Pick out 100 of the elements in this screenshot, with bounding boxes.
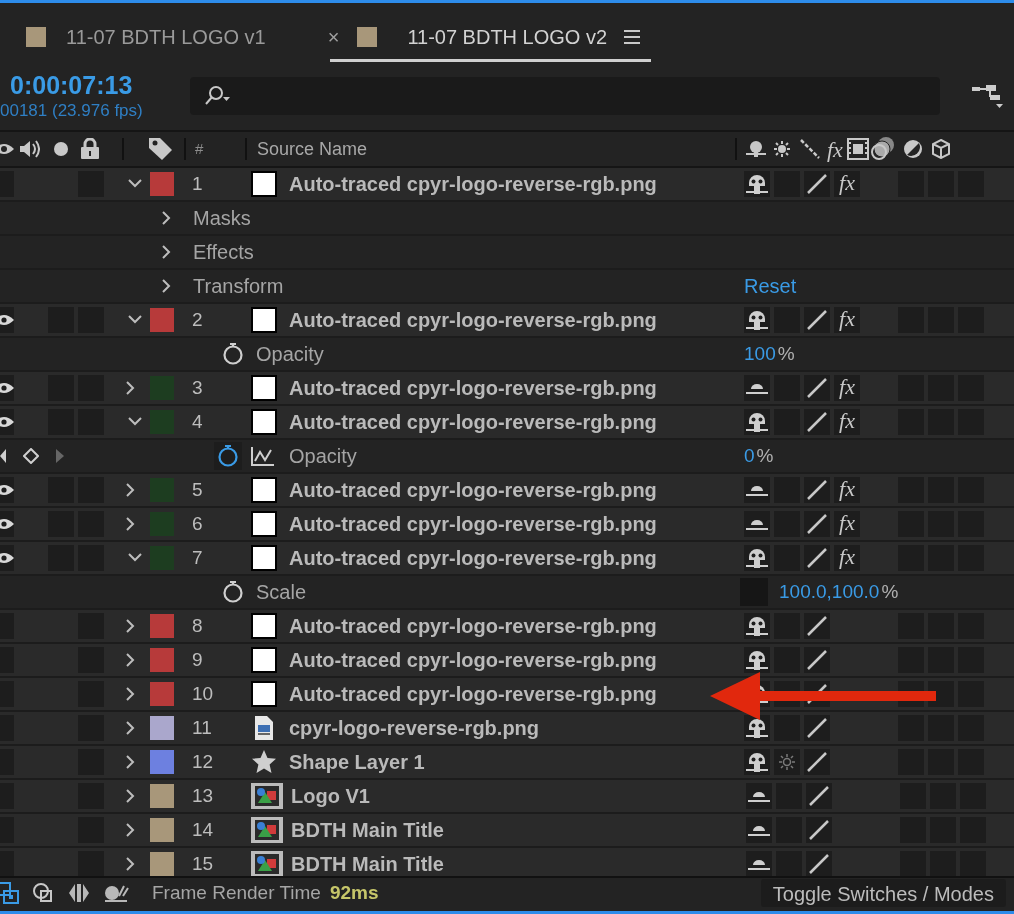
layer-name[interactable]: Auto-traced cpyr-logo-reverse-rgb.png (289, 411, 657, 433)
brackets-icon[interactable] (67, 882, 91, 904)
quality-switch[interactable] (806, 783, 832, 809)
property-value[interactable]: 100.0,100.0 (779, 577, 880, 607)
search-field[interactable] (190, 77, 940, 115)
quality-switch[interactable] (804, 477, 830, 503)
layer-name[interactable]: Auto-traced cpyr-logo-reverse-rgb.png (289, 377, 657, 399)
shy-switch[interactable] (746, 817, 772, 843)
visibility-toggle[interactable] (0, 477, 14, 503)
property-group-name[interactable]: Effects (193, 237, 744, 267)
label-color-swatch[interactable] (150, 648, 174, 672)
quality-switch[interactable] (804, 171, 830, 197)
quality-switch[interactable] (804, 375, 830, 401)
quality-switch[interactable] (804, 613, 830, 639)
lock-switch[interactable] (78, 851, 104, 876)
effect-switch[interactable]: fx (834, 409, 860, 435)
shy-switch[interactable] (744, 715, 770, 741)
property-value[interactable]: 100 (744, 339, 776, 369)
shy-icon[interactable] (745, 139, 767, 159)
adjustment-icon[interactable] (902, 139, 923, 159)
adjustment-switch[interactable] (930, 851, 956, 876)
quality-switch[interactable] (804, 409, 830, 435)
layer-name[interactable]: Auto-traced cpyr-logo-reverse-rgb.png (289, 649, 657, 671)
quality-switch[interactable] (804, 545, 830, 571)
quality-icon[interactable] (799, 138, 821, 160)
label-color-swatch[interactable] (150, 172, 174, 196)
effect-switch[interactable]: fx (834, 171, 860, 197)
solo-dot-icon[interactable] (54, 142, 68, 156)
layer-name[interactable]: BDTH Main Title (291, 819, 444, 841)
menu-icon[interactable] (623, 28, 642, 45)
layer-name[interactable]: BDTH Main Title (291, 853, 444, 875)
motion-blur-switch[interactable] (900, 851, 926, 876)
property-group-name[interactable]: Masks (193, 203, 744, 233)
layer-name[interactable]: Auto-traced cpyr-logo-reverse-rgb.png (289, 615, 657, 637)
film-icon[interactable] (846, 138, 869, 160)
graph-icon[interactable] (251, 446, 275, 466)
quality-switch[interactable] (804, 511, 830, 537)
shy-switch[interactable] (744, 409, 770, 435)
shy-switch[interactable] (744, 477, 770, 503)
current-time[interactable]: 0:00:07:13 (0, 70, 190, 100)
shy-switch[interactable] (744, 545, 770, 571)
shy-switch[interactable] (744, 647, 770, 673)
visibility-toggle[interactable] (0, 375, 14, 401)
label-color-swatch[interactable] (150, 818, 174, 842)
layer-name[interactable]: Auto-traced cpyr-logo-reverse-rgb.png (289, 547, 657, 569)
lock-icon[interactable] (80, 138, 100, 160)
label-tag-icon[interactable] (148, 136, 174, 162)
keyframe-diamond-icon[interactable] (23, 448, 39, 464)
next-keyframe-icon[interactable] (56, 449, 64, 463)
reset-link[interactable]: Reset (744, 271, 797, 301)
rasterize-switch[interactable] (774, 749, 800, 775)
shy-switch[interactable] (746, 851, 772, 876)
fx-label[interactable]: fx (827, 132, 843, 166)
label-color-swatch[interactable] (150, 682, 174, 706)
shy-switch[interactable] (744, 307, 770, 333)
column-header[interactable]: Source Name (257, 135, 735, 163)
label-color-swatch[interactable] (150, 716, 174, 740)
rasterize-switch[interactable] (776, 851, 802, 876)
overlap-icon[interactable] (32, 882, 54, 904)
layer-name[interactable]: Auto-traced cpyr-logo-reverse-rgb.png (289, 513, 657, 535)
blend-icon[interactable] (870, 136, 897, 162)
quality-switch[interactable] (804, 307, 830, 333)
visibility-toggle[interactable] (0, 511, 14, 537)
quality-switch[interactable] (804, 715, 830, 741)
shy-switch[interactable] (744, 375, 770, 401)
composition-nav-toggle[interactable] (0, 880, 22, 906)
quality-switch[interactable] (804, 647, 830, 673)
shy-switch[interactable] (744, 749, 770, 775)
label-color-swatch[interactable] (150, 614, 174, 638)
layer-name[interactable]: Auto-traced cpyr-logo-reverse-rgb.png (289, 309, 657, 331)
sun-icon[interactable] (773, 140, 791, 158)
shy-switch[interactable] (744, 511, 770, 537)
visibility-toggle[interactable] (0, 545, 14, 571)
composition-tab[interactable]: 11-07 BDTH LOGO v1 (26, 14, 266, 62)
layer-name[interactable]: Shape Layer 1 (289, 751, 425, 773)
layer-name[interactable]: Auto-traced cpyr-logo-reverse-rgb.png (289, 173, 657, 195)
quality-switch[interactable] (806, 851, 832, 876)
layer-name[interactable]: cpyr-logo-reverse-rgb.png (289, 717, 540, 739)
label-color-swatch[interactable] (150, 852, 174, 876)
shy-switch[interactable] (744, 613, 770, 639)
previous-keyframe-icon[interactable] (0, 449, 6, 463)
property-group-name[interactable]: Transform (193, 271, 744, 301)
three-d-switch[interactable] (960, 851, 986, 876)
layer-name[interactable]: Auto-traced cpyr-logo-reverse-rgb.png (289, 683, 657, 705)
label-color-swatch[interactable] (150, 784, 174, 808)
visibility-toggle[interactable] (0, 307, 14, 333)
visibility-toggle[interactable] (0, 409, 14, 435)
label-color-swatch[interactable] (150, 750, 174, 774)
flowchart-icon[interactable] (970, 82, 1004, 110)
label-color-swatch[interactable] (150, 308, 174, 332)
property-value[interactable]: 0 (744, 441, 755, 471)
effect-switch[interactable]: fx (834, 375, 860, 401)
shy-switch[interactable] (746, 783, 772, 809)
layer-name[interactable]: Logo V1 (291, 785, 370, 807)
toggle-switches-button[interactable]: Toggle Switches / Modes (760, 879, 1006, 907)
close-button[interactable]: × (327, 21, 340, 52)
shy-switch[interactable] (744, 171, 770, 197)
effect-switch[interactable]: fx (834, 511, 860, 537)
effect-switch[interactable]: fx (834, 477, 860, 503)
visibility-toggle[interactable] (0, 851, 14, 876)
